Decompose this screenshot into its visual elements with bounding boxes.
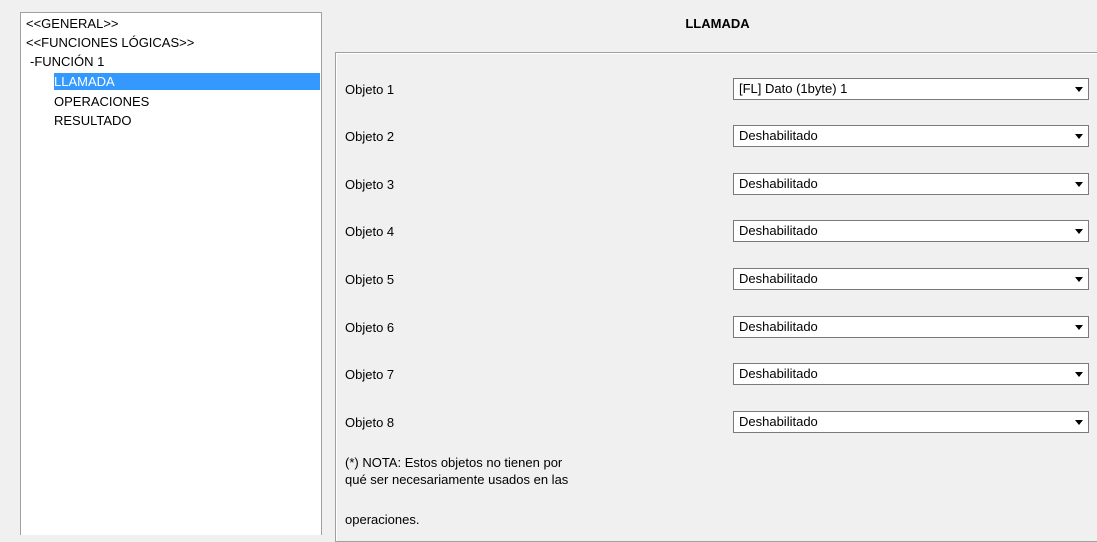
- objeto-2-label: Objeto 2: [345, 129, 395, 144]
- tree-item-llamada[interactable]: LLAMADA: [54, 73, 320, 90]
- note-line-3: operaciones.: [345, 512, 420, 527]
- tree-item-funciones-logicas[interactable]: <<FUNCIONES LÓGICAS>>: [26, 34, 194, 51]
- page-title: LLAMADA: [685, 16, 750, 31]
- dropdown-arrow-icon: [1075, 372, 1083, 377]
- tree-item-resultado[interactable]: RESULTADO: [54, 112, 132, 129]
- objeto-1-select[interactable]: [FL] Dato (1byte) 1: [733, 78, 1089, 100]
- objeto-6-select[interactable]: Deshabilitado: [733, 316, 1089, 338]
- note-line-1: (*) NOTA: Estos objetos no tienen por: [345, 455, 563, 470]
- dropdown-arrow-icon: [1075, 182, 1083, 187]
- dropdown-arrow-icon: [1075, 134, 1083, 139]
- objeto-4-label: Objeto 4: [345, 224, 395, 239]
- dropdown-arrow-icon: [1075, 87, 1083, 92]
- objeto-2-value: Deshabilitado: [739, 128, 818, 143]
- objeto-7-label: Objeto 7: [345, 367, 395, 382]
- objeto-6-value: Deshabilitado: [739, 319, 818, 334]
- objeto-4-value: Deshabilitado: [739, 223, 818, 238]
- dropdown-arrow-icon: [1075, 325, 1083, 330]
- objeto-1-label: Objeto 1: [345, 82, 395, 97]
- note-line-2: qué ser necesariamente usados en las: [345, 472, 569, 487]
- objeto-7-value: Deshabilitado: [739, 366, 818, 381]
- navigation-tree: <<GENERAL>> <<FUNCIONES LÓGICAS>> -FUNCI…: [20, 12, 322, 535]
- dropdown-arrow-icon: [1075, 229, 1083, 234]
- tree-item-funcion-1[interactable]: -FUNCIÓN 1: [30, 53, 104, 70]
- objeto-2-select[interactable]: Deshabilitado: [733, 125, 1089, 147]
- objeto-5-value: Deshabilitado: [739, 271, 818, 286]
- dropdown-arrow-icon: [1075, 420, 1083, 425]
- tree-item-general[interactable]: <<GENERAL>>: [26, 15, 119, 32]
- objeto-8-label: Objeto 8: [345, 415, 395, 430]
- dropdown-arrow-icon: [1075, 277, 1083, 282]
- objeto-3-label: Objeto 3: [345, 177, 395, 192]
- objeto-3-select[interactable]: Deshabilitado: [733, 173, 1089, 195]
- objeto-1-value: [FL] Dato (1byte) 1: [739, 81, 848, 96]
- note-text: (*) NOTA: Estos objetos no tienen por qu…: [345, 454, 645, 488]
- objeto-8-select[interactable]: Deshabilitado: [733, 411, 1089, 433]
- objeto-5-select[interactable]: Deshabilitado: [733, 268, 1089, 290]
- objeto-3-value: Deshabilitado: [739, 176, 818, 191]
- objeto-7-select[interactable]: Deshabilitado: [733, 363, 1089, 385]
- objeto-5-label: Objeto 5: [345, 272, 395, 287]
- objeto-8-value: Deshabilitado: [739, 414, 818, 429]
- tree-item-operaciones[interactable]: OPERACIONES: [54, 93, 149, 110]
- objeto-4-select[interactable]: Deshabilitado: [733, 220, 1089, 242]
- objeto-6-label: Objeto 6: [345, 320, 395, 335]
